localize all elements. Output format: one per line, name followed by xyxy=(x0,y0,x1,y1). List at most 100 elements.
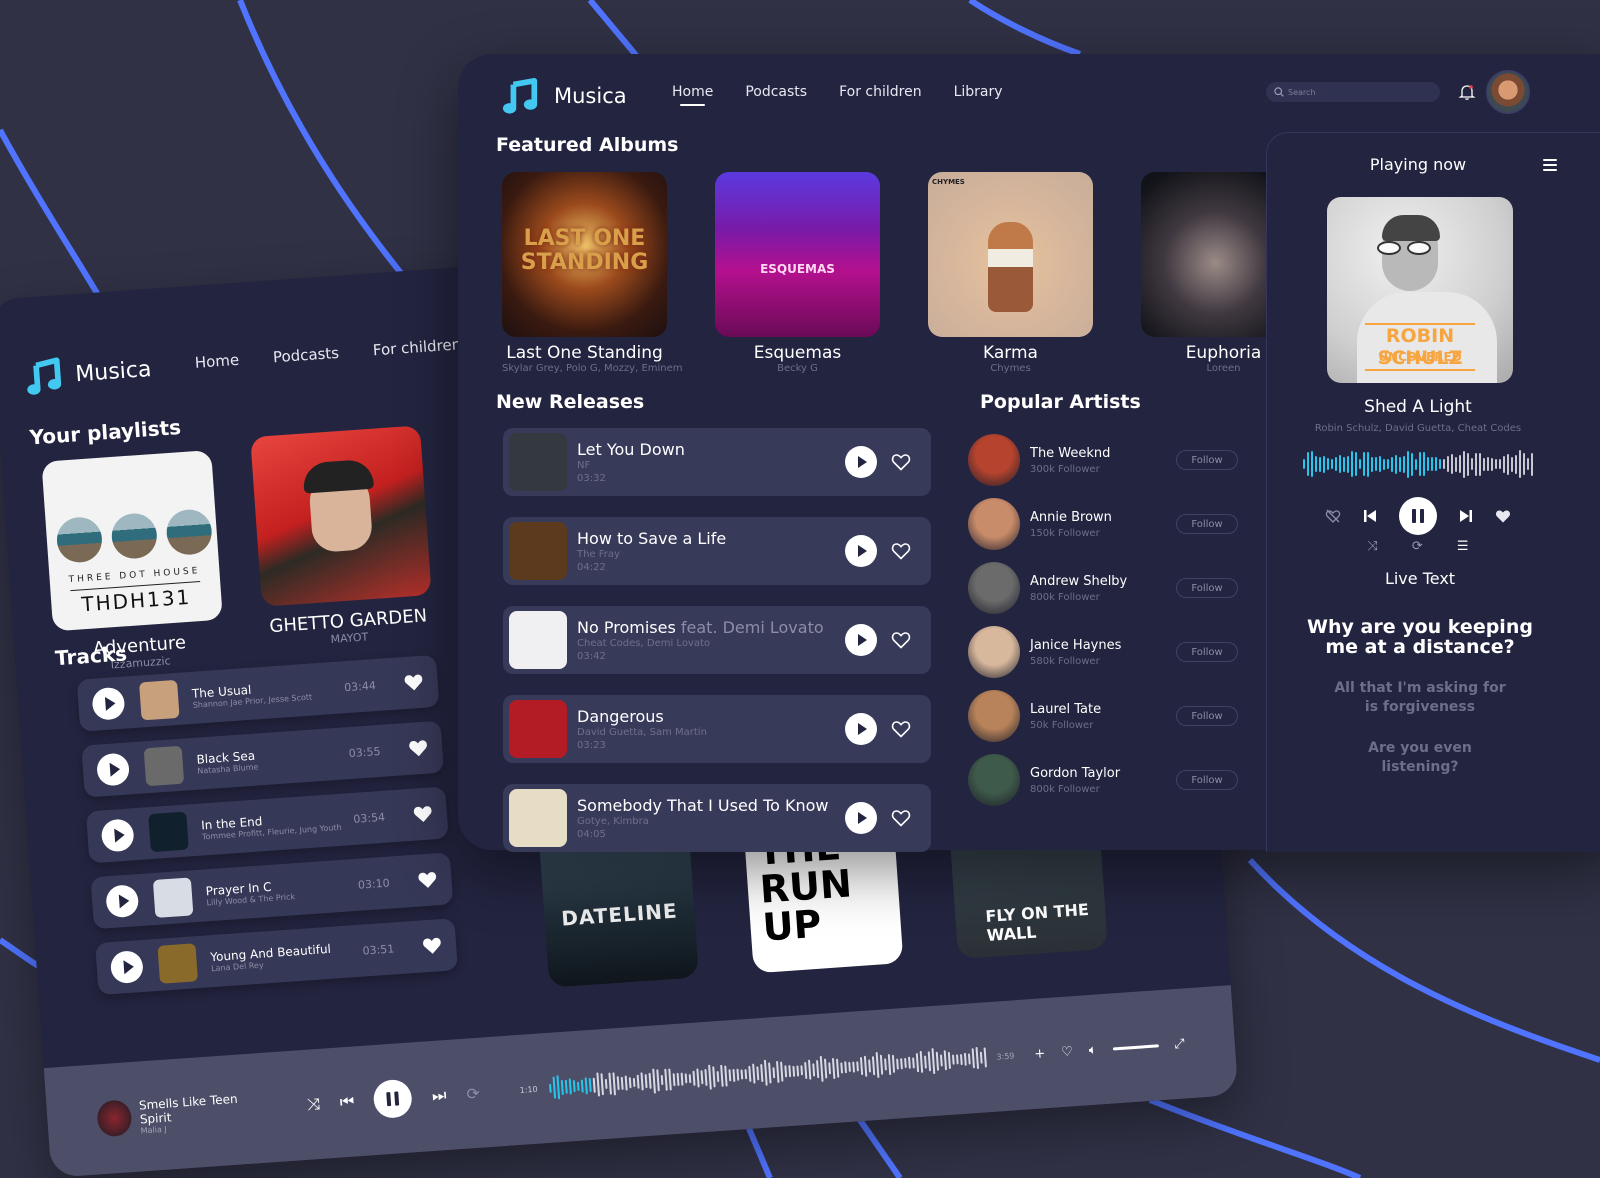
back-nav-podcasts[interactable]: Podcasts xyxy=(272,344,339,367)
search-bar[interactable] xyxy=(1266,82,1440,102)
tracks-heading: Tracks xyxy=(54,641,128,671)
waveform-bar xyxy=(1327,458,1329,470)
search-input[interactable] xyxy=(1288,87,1428,97)
playlist-card-adventure[interactable]: THREE DOT HOUSE THDH131 Adventure Izzamu… xyxy=(41,449,226,675)
heart-icon[interactable] xyxy=(422,936,443,955)
now-playing-waveform[interactable] xyxy=(1303,449,1533,479)
play-button[interactable] xyxy=(845,535,877,567)
heart-icon[interactable] xyxy=(417,870,438,889)
play-button[interactable] xyxy=(91,686,126,721)
play-button[interactable] xyxy=(109,950,144,985)
player-waveform[interactable] xyxy=(549,1042,988,1102)
play-button[interactable] xyxy=(845,446,877,478)
pause-button[interactable] xyxy=(1399,497,1437,535)
waveform-bar xyxy=(1411,452,1413,476)
menu-icon[interactable] xyxy=(1543,159,1557,174)
track-row[interactable]: Black Sea Natasha Blume 03:55 xyxy=(81,720,445,798)
artist-row[interactable]: Annie Brown 150k Follower Follow xyxy=(968,492,1238,556)
waveform-bar xyxy=(1519,450,1521,478)
release-duration: 03:23 xyxy=(577,740,606,751)
heart-icon[interactable] xyxy=(891,542,911,560)
dislike-icon[interactable] xyxy=(1325,508,1341,524)
follow-button[interactable]: Follow xyxy=(1176,770,1238,790)
nav-library[interactable]: Library xyxy=(954,84,1003,100)
play-button[interactable] xyxy=(95,752,131,787)
play-button[interactable] xyxy=(105,884,140,919)
pause-button[interactable] xyxy=(372,1078,414,1120)
follow-button[interactable]: Follow xyxy=(1176,514,1238,534)
like-icon[interactable] xyxy=(1495,509,1511,523)
user-avatar[interactable] xyxy=(1486,70,1530,114)
bell-icon[interactable] xyxy=(1458,83,1476,101)
waveform-bar xyxy=(720,1064,724,1087)
nav-for-children[interactable]: For children xyxy=(839,84,922,100)
shuffle-icon[interactable]: ⤨ xyxy=(1368,539,1378,554)
release-row[interactable]: No Promises feat. Demi Lovato Cheat Code… xyxy=(503,606,931,674)
artist-row[interactable]: The Weeknd 300k Follower Follow xyxy=(968,428,1238,492)
heart-icon[interactable]: ♡ xyxy=(1061,1044,1074,1060)
queue-icon[interactable]: ☰ xyxy=(1457,539,1469,554)
volume-slider[interactable] xyxy=(1112,1043,1159,1051)
follow-button[interactable]: Follow xyxy=(1176,706,1238,726)
release-row[interactable]: Let You Down NF 03:32 xyxy=(503,428,931,496)
track-row[interactable]: Prayer In C Lilly Wood & The Prick 03:10 xyxy=(90,852,454,930)
fullscreen-icon[interactable]: ⤢ xyxy=(1174,1036,1185,1052)
play-button[interactable] xyxy=(845,713,877,745)
volume-icon[interactable]: 🔈︎ xyxy=(1088,1042,1097,1058)
waveform-bar xyxy=(620,1076,624,1090)
heart-icon[interactable] xyxy=(891,631,911,649)
next-icon[interactable] xyxy=(1459,509,1473,523)
release-row[interactable]: How to Save a Life The Fray 04:22 xyxy=(503,517,931,585)
nav-podcasts[interactable]: Podcasts xyxy=(745,84,807,100)
back-logo[interactable]: Musica xyxy=(24,349,153,398)
artist-row[interactable]: Andrew Shelby 800k Follower Follow xyxy=(968,556,1238,620)
track-row[interactable]: In the End Tommee Profitt, Fleurie, Jung… xyxy=(85,786,449,864)
add-icon[interactable]: + xyxy=(1034,1046,1046,1062)
album-card-karma[interactable]: CHYMES Karma Chymes xyxy=(928,172,1093,374)
waveform-bar xyxy=(808,1059,812,1080)
waveform-bar xyxy=(644,1074,648,1089)
nav-home[interactable]: Home xyxy=(672,84,713,106)
release-thumbnail xyxy=(509,522,567,580)
waveform-bar xyxy=(565,1079,569,1094)
artist-row[interactable]: Laurel Tate 50k Follower Follow xyxy=(968,684,1238,748)
heart-icon[interactable] xyxy=(891,720,911,738)
release-row[interactable]: Dangerous David Guetta, Sam Martin 03:23 xyxy=(503,695,931,763)
shuffle-icon[interactable]: ⤨ xyxy=(306,1094,320,1115)
waveform-bar xyxy=(1511,456,1513,472)
heart-icon[interactable] xyxy=(412,804,433,823)
follow-button[interactable]: Follow xyxy=(1176,642,1238,662)
heart-icon[interactable] xyxy=(408,739,429,758)
release-row[interactable]: Somebody That I Used To Know Gotye, Kimb… xyxy=(503,784,931,852)
logo[interactable]: Musica xyxy=(502,76,627,116)
play-button[interactable] xyxy=(100,818,135,853)
previous-icon[interactable] xyxy=(1363,509,1377,523)
previous-icon[interactable]: ⏮ xyxy=(339,1092,355,1113)
heart-icon[interactable] xyxy=(403,673,424,692)
waveform-bar xyxy=(549,1083,552,1093)
next-icon[interactable]: ⏭ xyxy=(431,1085,447,1106)
track-row[interactable]: Young And Beautiful Lana Del Rey 03:51 xyxy=(95,918,458,996)
heart-icon[interactable] xyxy=(891,453,911,471)
repeat-icon[interactable]: ⟳ xyxy=(1412,539,1423,554)
release-feat: feat. Demi Lovato xyxy=(680,618,824,637)
playlist-card-ghetto-garden[interactable]: GHETTO GARDEN MAYOT xyxy=(250,425,435,650)
waveform-bar xyxy=(1459,455,1461,473)
waveform-bar xyxy=(983,1047,988,1068)
back-nav-home[interactable]: Home xyxy=(194,351,239,372)
artist-row[interactable]: Gordon Taylor 800k Follower Follow xyxy=(968,748,1238,812)
back-nav-for-children[interactable]: For children xyxy=(372,335,461,359)
follow-button[interactable]: Follow xyxy=(1176,578,1238,598)
artist-row[interactable]: Janice Haynes 580k Follower Follow xyxy=(968,620,1238,684)
album-card-last-one-standing[interactable]: LAST ONE STANDING Last One Standing Skyla… xyxy=(502,172,683,374)
album-card-esquemas[interactable]: ESQUEMAS Esquemas Becky G xyxy=(715,172,880,374)
heart-icon[interactable] xyxy=(891,809,911,827)
track-thumbnail xyxy=(152,877,194,918)
waveform-bar xyxy=(1335,457,1337,471)
play-button[interactable] xyxy=(845,802,877,834)
waveform-bar xyxy=(624,1074,628,1091)
repeat-icon[interactable]: ⟳ xyxy=(466,1083,481,1103)
play-button[interactable] xyxy=(845,624,877,656)
follow-button[interactable]: Follow xyxy=(1176,450,1238,470)
waveform-bar xyxy=(904,1057,908,1069)
